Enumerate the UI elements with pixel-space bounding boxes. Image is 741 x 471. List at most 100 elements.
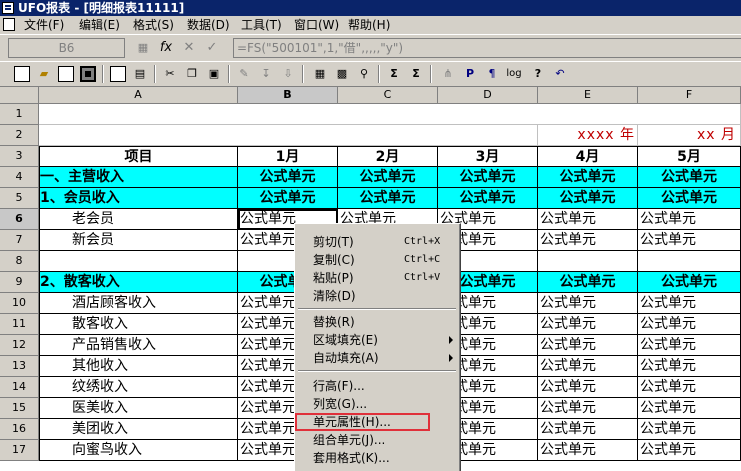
menu-tools[interactable]: 工具(T) xyxy=(241,17,282,33)
formula-cell[interactable]: 公式单元 xyxy=(638,335,741,356)
menu-item-copy[interactable]: 复制(C) Ctrl+C xyxy=(297,251,457,269)
formula-cell[interactable]: 公式单元 xyxy=(638,356,741,377)
formula-cell[interactable]: 公式单元 xyxy=(238,167,338,188)
insert-row-icon[interactable]: ↧ xyxy=(258,66,274,82)
sheet-row-2-blank[interactable] xyxy=(39,125,538,146)
column-header-c[interactable]: C xyxy=(338,87,438,104)
header-month-cell[interactable]: 1月 xyxy=(238,146,338,167)
formula-cell[interactable]: 公式单元 xyxy=(638,440,741,461)
menu-item-clear[interactable]: 清除(D) xyxy=(297,287,457,305)
menu-item-merge-cells[interactable]: 组合单元(J)... xyxy=(297,431,457,449)
print-icon[interactable]: ▤ xyxy=(132,66,148,82)
sheet-row-1[interactable] xyxy=(39,104,741,125)
cut-icon[interactable]: ✂ xyxy=(162,66,178,82)
blank-cell[interactable] xyxy=(39,251,238,272)
fx-icon[interactable]: fx xyxy=(157,40,175,56)
formula-cell[interactable]: 公式单元 xyxy=(538,272,638,293)
menu-data[interactable]: 数据(D) xyxy=(187,17,230,33)
checker-icon[interactable]: ▩ xyxy=(334,66,350,82)
column-header-b[interactable]: B xyxy=(238,87,338,104)
item-label-cell[interactable]: 2、散客收入 xyxy=(39,272,238,293)
formula-cell[interactable]: 公式单元 xyxy=(638,230,741,251)
cancel-icon[interactable]: ✕ xyxy=(180,40,198,56)
blank-cell[interactable] xyxy=(638,251,741,272)
formula-cell[interactable]: 公式单元 xyxy=(438,188,538,209)
formula-cell[interactable]: 公式单元 xyxy=(438,167,538,188)
log-icon[interactable]: log xyxy=(506,66,522,82)
formula-cell[interactable]: 公式单元 xyxy=(338,188,438,209)
row-header[interactable]: 4 xyxy=(0,167,39,188)
blank-cell[interactable] xyxy=(538,251,638,272)
save-icon[interactable] xyxy=(80,66,96,82)
formula-cell[interactable]: 公式单元 xyxy=(638,419,741,440)
print-preview-icon[interactable] xyxy=(110,66,126,82)
item-label-cell[interactable]: 1、会员收入 xyxy=(39,188,238,209)
formula-cell[interactable]: 公式单元 xyxy=(538,419,638,440)
paste-icon[interactable]: ▣ xyxy=(206,66,222,82)
row-header[interactable]: 15 xyxy=(0,398,39,419)
formula-cell[interactable]: 公式单元 xyxy=(238,188,338,209)
formula-cell[interactable]: 公式单元 xyxy=(638,377,741,398)
item-label-cell[interactable]: 其他收入 xyxy=(39,356,238,377)
header-month-cell[interactable]: 3月 xyxy=(438,146,538,167)
formula-cell[interactable]: 公式单元 xyxy=(538,230,638,251)
menu-item-column-width[interactable]: 列宽(G)... xyxy=(297,395,457,413)
item-label-cell[interactable]: 向蜜鸟收入 xyxy=(39,440,238,461)
menu-edit[interactable]: 编辑(E) xyxy=(79,17,120,33)
app-icon[interactable] xyxy=(2,2,14,14)
formula-cell[interactable]: 公式单元 xyxy=(638,188,741,209)
row-header[interactable]: 8 xyxy=(0,251,39,272)
row-header[interactable]: 16 xyxy=(0,419,39,440)
period-month-cell[interactable]: xx 月 xyxy=(638,125,741,146)
sum-icon[interactable]: Σ xyxy=(386,66,402,82)
menu-item-paste[interactable]: 粘贴(P) Ctrl+V xyxy=(297,269,457,287)
row-header[interactable]: 13 xyxy=(0,356,39,377)
menu-format[interactable]: 格式(S) xyxy=(133,17,174,33)
cell-reference-box[interactable]: B6 xyxy=(8,38,125,58)
item-label-cell[interactable]: 一、主营收入 xyxy=(39,167,238,188)
report-icon[interactable] xyxy=(58,66,74,82)
function-wizard-icon[interactable]: ▦ xyxy=(134,40,152,56)
row-header[interactable]: 12 xyxy=(0,335,39,356)
p-icon[interactable]: P xyxy=(462,66,478,82)
formula-cell[interactable]: 公式单元 xyxy=(638,293,741,314)
row-header[interactable]: 14 xyxy=(0,377,39,398)
sort-icon[interactable]: ⇩ xyxy=(280,66,296,82)
menu-item-cut[interactable]: 剪切(T) Ctrl+X xyxy=(297,233,457,251)
item-label-cell[interactable]: 美团收入 xyxy=(39,419,238,440)
column-header-a[interactable]: A xyxy=(39,87,238,104)
select-all-corner[interactable] xyxy=(0,87,39,104)
document-icon[interactable] xyxy=(3,18,15,31)
row-header[interactable]: 7 xyxy=(0,230,39,251)
formula-cell[interactable]: 公式单元 xyxy=(338,167,438,188)
flag-icon[interactable]: ¶ xyxy=(484,66,500,82)
undo-icon[interactable]: ↶ xyxy=(552,66,568,82)
menu-item-auto-fill[interactable]: 自动填充(A) xyxy=(297,349,457,367)
menu-item-row-height[interactable]: 行高(F)... xyxy=(297,377,457,395)
row-header[interactable]: 1 xyxy=(0,104,39,125)
formula-cell[interactable]: 公式单元 xyxy=(538,209,638,230)
menu-window[interactable]: 窗口(W) xyxy=(294,17,339,33)
formula-cell[interactable]: 公式单元 xyxy=(538,356,638,377)
formula-cell[interactable]: 公式单元 xyxy=(538,293,638,314)
row-header[interactable]: 17 xyxy=(0,440,39,461)
formula-cell[interactable]: 公式单元 xyxy=(538,167,638,188)
header-item-cell[interactable]: 项目 xyxy=(39,146,238,167)
chart-icon[interactable]: ⋔ xyxy=(440,66,456,82)
item-label-cell[interactable]: 医美收入 xyxy=(39,398,238,419)
period-year-cell[interactable]: xxxx 年 xyxy=(538,125,638,146)
item-label-cell[interactable]: 产品销售收入 xyxy=(39,335,238,356)
menu-item-apply-style[interactable]: 套用格式(K)... xyxy=(297,449,457,467)
row-header[interactable]: 10 xyxy=(0,293,39,314)
menu-help[interactable]: 帮助(H) xyxy=(348,17,390,33)
column-header-f[interactable]: F xyxy=(638,87,741,104)
find-icon[interactable]: ⚲ xyxy=(356,66,372,82)
formula-cell[interactable]: 公式单元 xyxy=(638,209,741,230)
open-folder-icon[interactable]: ▰ xyxy=(36,66,52,82)
item-label-cell[interactable]: 老会员 xyxy=(39,209,238,230)
menu-file[interactable]: 文件(F) xyxy=(24,17,64,33)
formula-cell[interactable]: 公式单元 xyxy=(638,314,741,335)
row-header[interactable]: 2 xyxy=(0,125,39,146)
help-pointer-icon[interactable]: ? xyxy=(530,66,546,82)
row-header[interactable]: 11 xyxy=(0,314,39,335)
